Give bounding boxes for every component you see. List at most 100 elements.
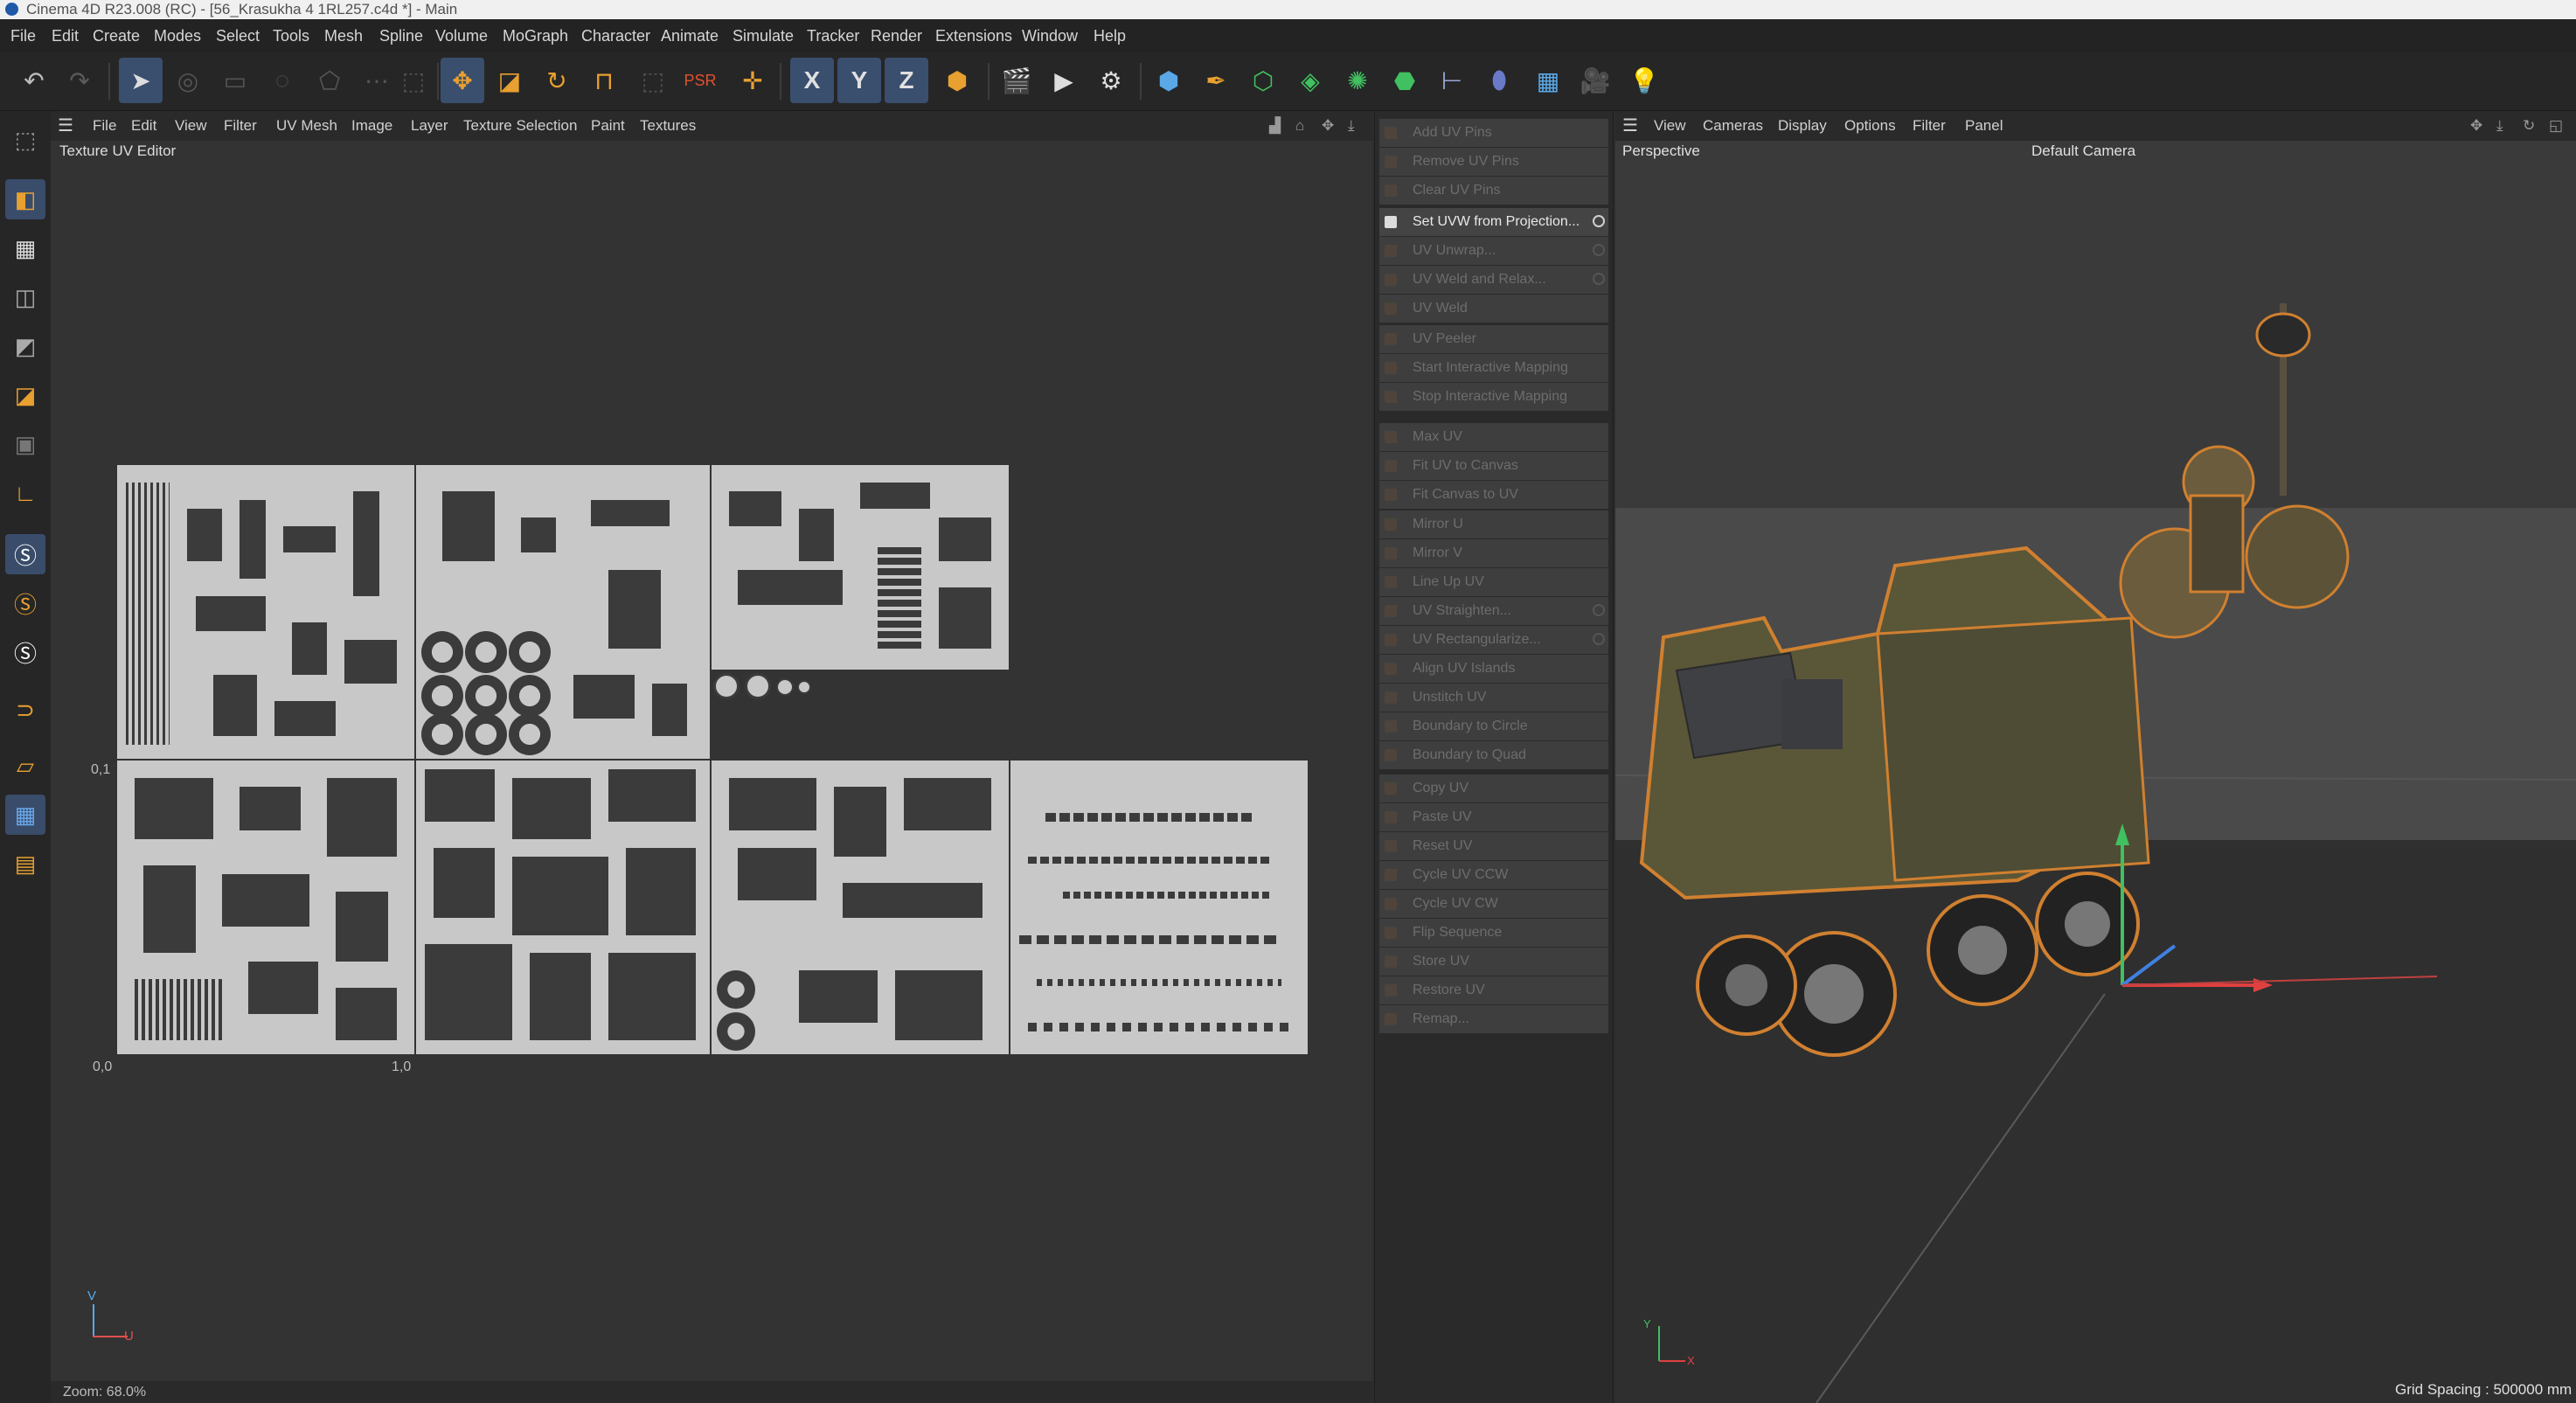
uv-command-copy-uv[interactable]: Copy UV [1379,774,1608,802]
menu-extensions[interactable]: Extensions [935,19,1012,52]
home-icon[interactable]: ⌂ [1295,111,1304,141]
menu-select[interactable]: Select [216,19,260,52]
model-mode-icon[interactable]: ◧ [5,179,45,219]
uv-tile-5[interactable] [416,761,710,1054]
uv-command-uv-unwrap[interactable]: UV Unwrap... [1379,237,1608,265]
uv-command-store-uv[interactable]: Store UV [1379,948,1608,976]
uv-menu-layer[interactable]: Layer [411,111,448,141]
move-icon[interactable]: ✥ [441,58,484,103]
floor-icon[interactable]: ▦ [1526,58,1570,103]
viewport-maximize-icon[interactable]: ◱ [2549,111,2563,141]
uv-tile-1[interactable] [117,465,414,759]
uv-command-line-up-uv[interactable]: Line Up UV [1379,568,1608,596]
edges-mode-icon[interactable]: ◩ [5,326,45,366]
menu-create[interactable]: Create [93,19,140,52]
z-axis-icon[interactable]: Z [885,58,928,103]
polygon-select-icon[interactable]: ⬠ [308,58,351,103]
uv-command-remap[interactable]: Remap... [1379,1005,1608,1033]
uv-menu-image[interactable]: Image [351,111,392,141]
snap-icon[interactable]: ⊓ [582,58,626,103]
menu-simulate[interactable]: Simulate [733,19,794,52]
grid-plane-icon[interactable]: ▦ [5,795,45,835]
menu-tools[interactable]: Tools [273,19,309,52]
magnet-icon[interactable]: ⊃ [5,690,45,730]
uv-command-start-interactive-mapping[interactable]: Start Interactive Mapping [1379,354,1608,382]
vp-menu-options[interactable]: Options [1844,111,1896,141]
world-coordinates-icon[interactable]: ⬢ [935,58,979,103]
vp-menu-view[interactable]: View [1654,111,1686,141]
menu-mograph[interactable]: MoGraph [503,19,568,52]
extrude-icon[interactable]: ◈ [1288,58,1332,103]
uv-command-restore-uv[interactable]: Restore UV [1379,976,1608,1004]
menu-animate[interactable]: Animate [661,19,719,52]
undo-icon[interactable]: ↶ [12,58,56,103]
workplane-icon[interactable]: ▱ [5,746,45,786]
uv-command-clear-uv-pins[interactable]: Clear UV Pins [1379,177,1608,205]
uv-command-uv-weld[interactable]: UV Weld [1379,295,1608,323]
vp-menu-filter[interactable]: Filter [1913,111,1946,141]
uv-command-remove-uv-pins[interactable]: Remove UV Pins [1379,148,1608,176]
uv-menu-filter[interactable]: Filter [224,111,257,141]
transform-icon[interactable]: ⬚ [392,58,435,103]
x-axis-icon[interactable]: X [790,58,834,103]
pan-icon[interactable]: ✥ [1322,111,1334,141]
menu-help[interactable]: Help [1094,19,1126,52]
uv-command-fit-uv-to-canvas[interactable]: Fit UV to Canvas [1379,452,1608,480]
pen-icon[interactable]: ✒ [1194,58,1238,103]
uv-menu-uv-mesh[interactable]: UV Mesh [276,111,337,141]
points-mode-icon[interactable]: ◫ [5,277,45,317]
cube-icon[interactable]: ⬢ [1147,58,1191,103]
field-icon[interactable]: ⬮ [1477,58,1521,103]
panel-menu-icon[interactable]: ☰ [58,111,73,141]
render-region-icon[interactable]: 🎬 [995,58,1038,103]
uv-mode-icon[interactable]: ▣ [5,424,45,464]
rectangle-select-icon[interactable]: ▭ [213,58,257,103]
uv-tile-6[interactable] [712,761,1009,1054]
solo-s-icon[interactable]: Ⓢ [5,583,45,623]
uv-menu-edit[interactable]: Edit [131,111,156,141]
viewport-pan-icon[interactable]: ✥ [2470,111,2482,141]
uv-command-mirror-u[interactable]: Mirror U [1379,510,1608,538]
mograph-icon[interactable]: ⬣ [1383,58,1427,103]
menu-volume[interactable]: Volume [435,19,488,52]
psr-icon[interactable]: PSR [678,58,722,103]
uv-menu-file[interactable]: File [93,111,116,141]
gear-icon[interactable] [1593,633,1605,645]
uv-command-uv-weld-and-relax[interactable]: UV Weld and Relax... [1379,266,1608,294]
viewport-zoom-icon[interactable]: ⤓ [2496,111,2503,141]
uv-command-flip-sequence[interactable]: Flip Sequence [1379,919,1608,947]
uv-tile-4[interactable] [117,761,414,1054]
perspective-viewport[interactable]: Y X [1615,111,2576,1403]
viewport-panel-menu-icon[interactable]: ☰ [1622,111,1638,141]
uv-command-add-uv-pins[interactable]: Add UV Pins [1379,119,1608,147]
camera-icon[interactable]: 🎥 [1573,58,1617,103]
uv-tile-3[interactable] [712,465,1009,670]
menu-spline[interactable]: Spline [379,19,423,52]
uv-menu-textures[interactable]: Textures [640,111,696,141]
uv-command-mirror-v[interactable]: Mirror V [1379,539,1608,567]
locked-workplane-icon[interactable]: ▤ [5,844,45,884]
make-editable-icon[interactable]: ⬚ [5,120,45,160]
gear-icon[interactable] [1593,215,1605,227]
uv-command-cycle-uv-cw[interactable]: Cycle UV CW [1379,890,1608,918]
uv-command-set-uvw-from-projection[interactable]: Set UVW from Projection... [1379,208,1608,236]
uv-command-stop-interactive-mapping[interactable]: Stop Interactive Mapping [1379,383,1608,411]
uv-command-uv-peeler[interactable]: UV Peeler [1379,325,1608,353]
snap-s-icon[interactable]: Ⓢ [5,534,45,574]
uv-command-boundary-to-quad[interactable]: Boundary to Quad [1379,741,1608,769]
uv-menu-paint[interactable]: Paint [591,111,625,141]
viewport-rotate-icon[interactable]: ↻ [2523,111,2535,141]
workplane-s-icon[interactable]: Ⓢ [5,632,45,672]
scene-icon[interactable]: ⊢ [1430,58,1474,103]
default-camera-label[interactable]: Default Camera [2031,142,2135,160]
vp-menu-cameras[interactable]: Cameras [1703,111,1763,141]
uv-menu-view[interactable]: View [175,111,207,141]
vp-menu-display[interactable]: Display [1778,111,1827,141]
gear-icon[interactable] [1593,604,1605,616]
uv-command-align-uv-islands[interactable]: Align UV Islands [1379,655,1608,683]
render-settings-icon[interactable]: ⚙ [1089,58,1133,103]
uv-command-boundary-to-circle[interactable]: Boundary to Circle [1379,712,1608,740]
menu-mesh[interactable]: Mesh [324,19,363,52]
menu-render[interactable]: Render [871,19,922,52]
menu-tracker[interactable]: Tracker [807,19,859,52]
